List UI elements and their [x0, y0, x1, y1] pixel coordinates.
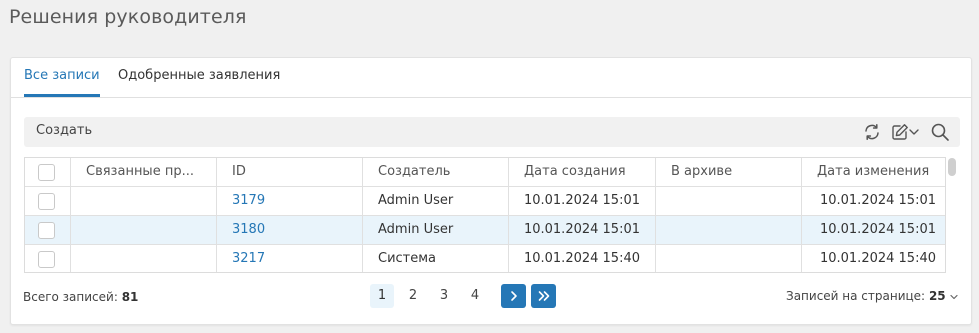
chevron-down-icon: [950, 294, 959, 299]
column-header-related[interactable]: Связанные пр...: [71, 158, 217, 187]
page-1-button[interactable]: 1: [370, 284, 394, 308]
table-row[interactable]: 3180 Admin User 10.01.2024 15:01 10.01.2…: [25, 216, 945, 245]
cell-id-link[interactable]: 3179: [217, 187, 363, 216]
cell-id-link[interactable]: 3180: [217, 216, 363, 245]
select-all-checkbox[interactable]: [38, 164, 55, 181]
scrollbar-thumb[interactable]: [948, 158, 956, 176]
records-grid: Связанные пр... ID Создатель Дата создан…: [24, 157, 946, 273]
column-header-id[interactable]: ID: [217, 158, 363, 187]
total-records-label: Всего записей:: [23, 290, 118, 304]
cell-created-date: 10.01.2024 15:40: [509, 245, 656, 272]
cell-modified-date: 10.01.2024 15:01: [819, 222, 936, 237]
toolbar: Создать: [24, 117, 960, 147]
page-size-label: Записей на странице:: [786, 289, 926, 303]
column-header-modified-date[interactable]: Дата изменения: [802, 158, 945, 187]
row-checkbox[interactable]: [38, 251, 55, 268]
column-header-created-date[interactable]: Дата создания: [509, 158, 656, 187]
row-select-cell: [25, 187, 71, 216]
row-checkbox[interactable]: [38, 193, 55, 210]
cell-created-date: 10.01.2024 15:01: [509, 216, 656, 245]
double-chevron-right-icon: [538, 291, 549, 301]
cell-related: [71, 187, 217, 216]
last-page-button[interactable]: [531, 284, 556, 308]
cell-archived: [656, 245, 802, 272]
refresh-icon[interactable]: [862, 122, 882, 142]
total-records: Всего записей: 81: [23, 290, 138, 304]
edit-icon[interactable]: [890, 122, 910, 142]
page-size-value: 25: [928, 289, 946, 303]
tab-approved-applications[interactable]: Одобренные заявления: [118, 68, 280, 83]
records-panel: Все записи Одобренные заявления Создать: [10, 57, 972, 325]
cell-modified-date: 10.01.2024 15:40: [819, 251, 936, 266]
cell-modified-date: 10.01.2024 15:01: [819, 193, 936, 208]
select-all-cell: [25, 158, 71, 187]
chevron-right-icon: [510, 291, 517, 301]
search-icon[interactable]: [930, 122, 950, 142]
cell-creator: Система: [363, 245, 509, 272]
create-button[interactable]: Создать: [36, 123, 92, 138]
cell-created-date: 10.01.2024 15:01: [509, 187, 656, 216]
cell-related: [71, 216, 217, 245]
column-header-creator[interactable]: Создатель: [363, 158, 509, 187]
page-size-selector[interactable]: Записей на странице: 25: [786, 289, 959, 303]
row-select-cell: [25, 216, 71, 245]
chevron-down-icon[interactable]: [908, 122, 920, 142]
page-4-button[interactable]: 4: [463, 284, 487, 308]
total-records-value: 81: [121, 290, 139, 304]
grid-scrollbar[interactable]: [948, 158, 956, 272]
active-tab-indicator: [24, 94, 100, 97]
page-2-button[interactable]: 2: [401, 284, 425, 308]
cell-id-link[interactable]: 3217: [217, 245, 363, 272]
table-row[interactable]: 3217 Система 10.01.2024 15:40 10.01.2024…: [25, 245, 945, 272]
tab-all-records[interactable]: Все записи: [24, 68, 100, 83]
page-3-button[interactable]: 3: [432, 284, 456, 308]
cell-creator: Admin User: [363, 187, 509, 216]
grid-header-row: Связанные пр... ID Создатель Дата создан…: [25, 158, 945, 187]
cell-archived: [656, 187, 802, 216]
row-select-cell: [25, 245, 71, 272]
cell-archived: [656, 216, 802, 245]
next-page-button[interactable]: [501, 284, 526, 308]
tab-bar: Все записи Одобренные заявления: [11, 58, 971, 98]
row-checkbox[interactable]: [38, 222, 55, 239]
cell-related: [71, 245, 217, 272]
table-row[interactable]: 3179 Admin User 10.01.2024 15:01 10.01.2…: [25, 187, 945, 216]
page-title: Решения руководителя: [9, 6, 247, 28]
cell-creator: Admin User: [363, 216, 509, 245]
column-header-archived[interactable]: В архиве: [656, 158, 802, 187]
